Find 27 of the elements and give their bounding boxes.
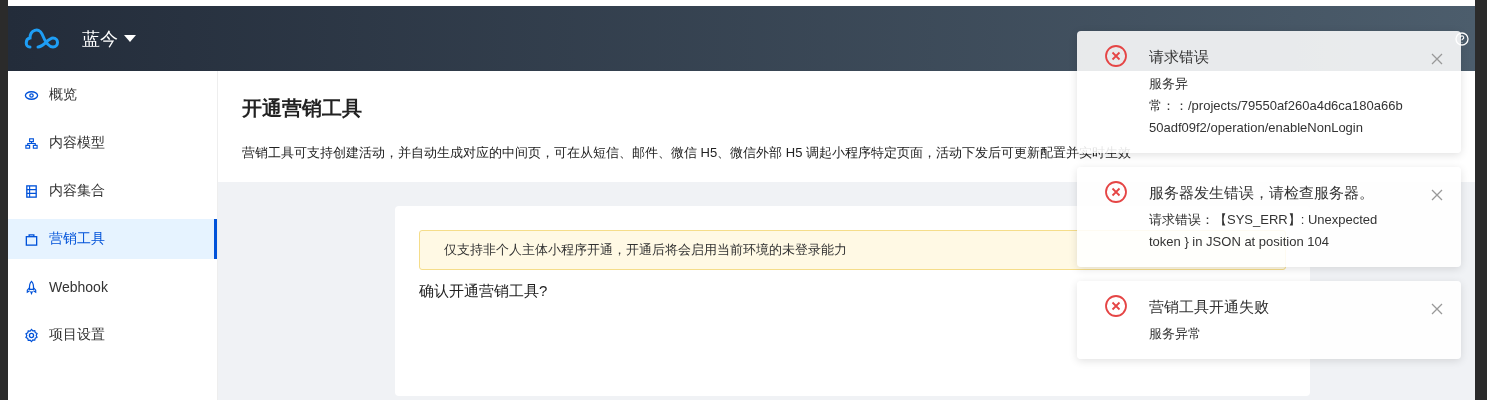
caret-icon [124, 34, 136, 43]
confirm-question: 确认开通营销工具? [419, 282, 549, 301]
page-title: 开通营销工具 [242, 96, 362, 121]
hierarchy-icon [24, 135, 39, 151]
notification-title: 请求错误 [1149, 47, 1210, 67]
notification-message: 服务异常：：/projects/79550af260a4d6ca180a66b50adf09f2/operation/enableNonLogin [1149, 75, 1404, 137]
sidebar-item[interactable]: 内容模型 [8, 123, 217, 163]
sidebar-item[interactable]: 概览 [8, 75, 217, 115]
sidebar-item[interactable]: Webhook [8, 267, 217, 307]
notification-message: 服务异常 [1149, 325, 1202, 343]
sidebar-item[interactable]: 项目设置 [8, 315, 217, 355]
close-icon[interactable] [1431, 189, 1443, 201]
rocket-icon [24, 279, 39, 295]
sidebar-item[interactable]: 内容集合 [8, 171, 217, 211]
settings-icon [24, 327, 39, 343]
sidebar-item[interactable]: 营销工具 [8, 219, 217, 259]
bag-icon [24, 231, 39, 247]
close-icon[interactable] [1431, 303, 1443, 315]
error-icon [1105, 45, 1127, 67]
notification-title: 营销工具开通失败 [1149, 297, 1270, 317]
page-description: 营销工具可支持创建活动，并自动生成对应的中间页，可在从短信、邮件、微信 H5、微信外部 H5 调起小程序特定页面，活动下发后可更新配置并实时生效 [242, 144, 1132, 162]
notification-title: 服务器发生错误，请检查服务器。 [1149, 183, 1375, 203]
project-dropdown[interactable]: 蓝今 [82, 26, 136, 51]
error-icon [1105, 295, 1127, 317]
close-icon[interactable] [1431, 53, 1443, 65]
error-icon [1105, 181, 1127, 203]
table-icon [24, 183, 39, 199]
